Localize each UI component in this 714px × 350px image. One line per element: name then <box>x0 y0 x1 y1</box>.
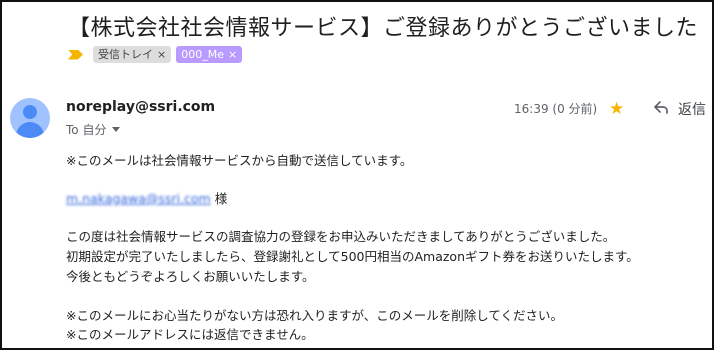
avatar-person-icon <box>10 98 50 138</box>
avatar-head <box>23 105 37 119</box>
reply-button[interactable]: 返信 <box>678 99 706 119</box>
label-chip-custom-text: 000_Me <box>181 48 224 61</box>
recipient-address-link[interactable]: m.nakagawa@ssri.com <box>66 191 211 206</box>
email-subject: 【株式会社社会情報サービス】ご登録ありがとうございました <box>68 16 699 41</box>
importance-marker-icon[interactable] <box>68 49 83 60</box>
label-row: 受信トレイ × 000_Me × <box>68 46 247 63</box>
avatar-body <box>16 122 44 138</box>
reply-icon[interactable] <box>653 99 669 119</box>
recipient-label: To 自分 <box>66 123 107 137</box>
body-note-1: ※このメールにお心当たりがない方は恐れ入りますが、このメールを削除してください。 <box>66 308 563 323</box>
address-suffix: 様 <box>214 191 228 206</box>
recipient-line[interactable]: To 自分 <box>66 121 121 138</box>
close-icon[interactable]: × <box>228 46 237 63</box>
label-chip-inbox-text: 受信トレイ <box>98 48 153 61</box>
close-icon[interactable]: × <box>157 46 166 63</box>
star-icon[interactable]: ★ <box>609 99 624 119</box>
body-address-line: m.nakagawa@ssri.com 様 <box>66 188 227 207</box>
label-chip-inbox[interactable]: 受信トレイ × <box>93 46 172 63</box>
email-view: 【株式会社社会情報サービス】ご登録ありがとうございました 受信トレイ × 000… <box>0 0 714 350</box>
timestamp: 16:39 (0 分前) <box>514 102 598 116</box>
label-chip-custom[interactable]: 000_Me × <box>176 46 243 63</box>
body-note-2: ※このメールアドレスには返信できません。 <box>66 327 314 342</box>
body-paragraph-1: この度は社会情報サービスの調査協力の登録をお申込みいただきましてありがとうござい… <box>66 229 616 244</box>
chevron-down-icon[interactable] <box>112 127 121 132</box>
sender-email[interactable]: noreplay@ssri.com <box>66 99 215 115</box>
body-line-notice: ※このメールは社会情報サービスから自動で送信しています。 <box>66 153 413 168</box>
body-paragraph-2: 初期設定が完了いたしましたら、登録謝礼として500円相当のAmazonギフト券を… <box>66 249 639 264</box>
body-paragraph-3: 今後ともどうぞよろしくお願いいたします。 <box>66 269 315 284</box>
